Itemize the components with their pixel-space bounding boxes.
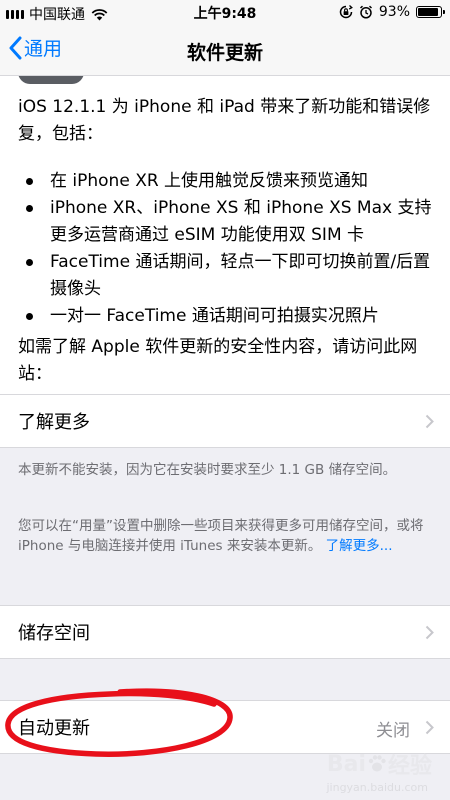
learn-more-row[interactable]: 了解更多: [0, 394, 450, 448]
learn-more-label: 了解更多: [18, 412, 90, 433]
status-bar: 中国联通 上午9:48 93%: [0, 0, 450, 24]
auto-update-value: 关闭: [376, 721, 410, 741]
update-description: iOS 12.1.1 为 iPhone 和 iPad 带来了新功能和错误修复，包…: [0, 76, 450, 394]
battery-icon: [416, 6, 445, 18]
baidu-watermark: Bai 经验: [327, 748, 432, 780]
battery-fill: [418, 8, 439, 16]
storage-suggestion-note: 您可以在“用量”设置中删除一些项目来获得更多可用储存空间，或将 iPhone 与…: [18, 516, 432, 556]
chevron-right-icon: [425, 414, 434, 429]
alarm-icon: [359, 5, 372, 19]
status-right: 93%: [339, 4, 445, 20]
watermark-url: jingyan.baidu.com: [326, 781, 428, 794]
feature-item: 一对一 FaceTime 通话期间可拍摄实况照片: [18, 303, 432, 330]
chevron-right-icon: [425, 720, 434, 735]
storage-row[interactable]: 储存空间: [0, 605, 450, 659]
watermark-brand: Bai: [326, 751, 366, 777]
watermark-suffix: 经验: [387, 754, 432, 779]
chevron-right-icon: [425, 625, 434, 640]
learn-more-link[interactable]: 了解更多...: [326, 538, 393, 554]
cannot-install-note: 本更新不能安装，因为它在安装时要求至少 1.1 GB 储存空间。: [18, 462, 397, 478]
navigation-bar: 通用 软件更新: [0, 24, 450, 76]
paw-icon: [368, 755, 386, 772]
battery-percent: 93%: [378, 4, 410, 20]
feature-item: FaceTime 通话期间，轻点一下即可切换前置/后置摄像头: [18, 249, 432, 303]
security-info: 如需了解 Apple 软件更新的安全性内容，请访问此网站：: [18, 337, 418, 384]
page-title: 软件更新: [186, 42, 263, 64]
feature-item: 在 iPhone XR 上使用触觉反馈来预览通知: [18, 168, 432, 195]
rotation-lock-icon: [339, 5, 353, 19]
ios-settings-icon: [18, 76, 84, 84]
storage-label: 储存空间: [18, 623, 90, 644]
update-intro: iOS 12.1.1 为 iPhone 和 iPad 带来了新功能和错误修复，包…: [18, 97, 431, 144]
feature-list: 在 iPhone XR 上使用触觉反馈来预览通知 iPhone XR、iPhon…: [18, 168, 432, 330]
feature-item: iPhone XR、iPhone XS 和 iPhone XS Max 支持更多…: [18, 195, 432, 249]
annotation-circle: [5, 688, 233, 757]
